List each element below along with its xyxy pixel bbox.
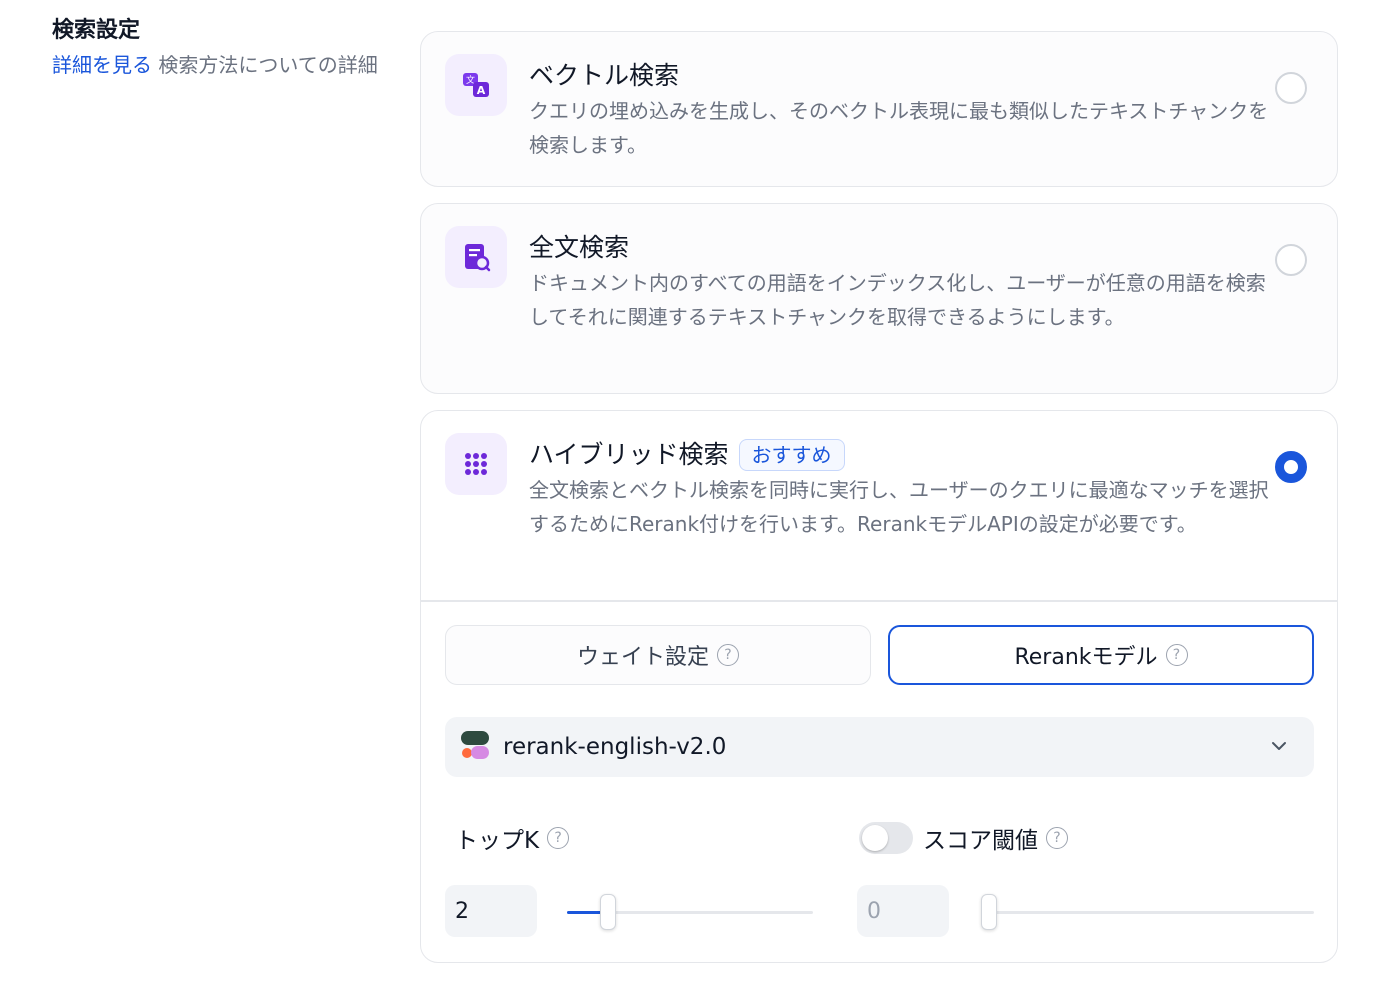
tab-rerank-model-label: Rerankモデル xyxy=(1014,645,1158,670)
vector-search-title: ベクトル検索 xyxy=(529,61,680,90)
vector-search-radio[interactable] xyxy=(1275,72,1307,104)
svg-text:A: A xyxy=(477,84,486,97)
help-icon[interactable]: ? xyxy=(717,644,739,666)
translate-icon: 文 A xyxy=(445,54,507,116)
score-threshold-slider-thumb[interactable] xyxy=(981,894,997,930)
section-description: 詳細を見る 検索方法についての詳細 xyxy=(52,48,382,82)
top-k-slider-thumb[interactable] xyxy=(600,894,617,930)
learn-more-link[interactable]: 詳細を見る xyxy=(52,53,152,77)
top-k-label-row: トップK ? xyxy=(455,821,570,855)
help-icon[interactable]: ? xyxy=(547,827,570,849)
vector-search-description: クエリの埋め込みを生成し、そのベクトル表現に最も類似したテキストチャンクを検索し… xyxy=(529,99,1269,157)
tab-weight-settings-label: ウェイト設定 xyxy=(576,645,709,670)
hybrid-search-description: 全文検索とベクトル検索を同時に実行し、ユーザーのクエリに最適なマッチを選択するた… xyxy=(529,478,1269,536)
hybrid-search-title: ハイブリッド検索 xyxy=(529,440,729,469)
rerank-model-select[interactable]: rerank-english-v2.0 xyxy=(445,717,1314,777)
cohere-logo-icon xyxy=(459,729,491,765)
help-icon[interactable]: ? xyxy=(1165,644,1188,666)
hybrid-search-option[interactable]: ハイブリッド検索 おすすめ 全文検索とベクトル検索を同時に実行し、ユーザーのクエ… xyxy=(420,410,1338,963)
top-k-label: トップK xyxy=(455,828,540,854)
score-threshold-toggle[interactable] xyxy=(859,822,913,854)
score-threshold-label: スコア閾値 xyxy=(923,828,1038,854)
vector-search-option[interactable]: 文 A ベクトル検索 クエリの埋め込みを生成し、そのベクトル表現に最も類似したテ… xyxy=(420,31,1338,187)
score-threshold-input[interactable]: 0 xyxy=(857,885,949,937)
divider xyxy=(421,600,1337,602)
recommended-badge: おすすめ xyxy=(738,439,845,471)
score-threshold-label-row: スコア閾値 ? xyxy=(859,821,1068,855)
full-text-search-description: ドキュメント内のすべての用語をインデックス化し、ユーザーが任意の用語を検索してそ… xyxy=(529,271,1266,329)
top-k-slider[interactable] xyxy=(567,894,813,930)
full-text-search-radio[interactable] xyxy=(1275,244,1307,276)
section-title: 検索設定 xyxy=(52,18,141,43)
hybrid-search-title-row: ハイブリッド検索 おすすめ xyxy=(529,437,845,473)
full-text-search-title: 全文検索 xyxy=(529,233,630,262)
section-description-text: 検索方法についての詳細 xyxy=(152,53,378,77)
top-k-input[interactable]: 2 xyxy=(445,885,537,937)
rerank-model-name: rerank-english-v2.0 xyxy=(503,734,727,760)
help-icon[interactable]: ? xyxy=(1046,827,1068,849)
grid-dots-icon xyxy=(445,433,507,495)
score-threshold-slider[interactable] xyxy=(981,894,1314,930)
chevron-down-icon xyxy=(1268,735,1290,761)
toggle-knob xyxy=(862,825,888,851)
tab-rerank-model[interactable]: Rerankモデル ? xyxy=(888,625,1314,685)
tab-weight-settings[interactable]: ウェイト設定 ? xyxy=(445,625,871,685)
hybrid-search-radio[interactable] xyxy=(1275,451,1307,483)
full-text-search-option[interactable]: 全文検索 ドキュメント内のすべての用語をインデックス化し、ユーザーが任意の用語を… xyxy=(420,203,1338,394)
section-header: 検索設定 詳細を見る 検索方法についての詳細 xyxy=(52,14,382,82)
document-search-icon xyxy=(445,226,507,288)
